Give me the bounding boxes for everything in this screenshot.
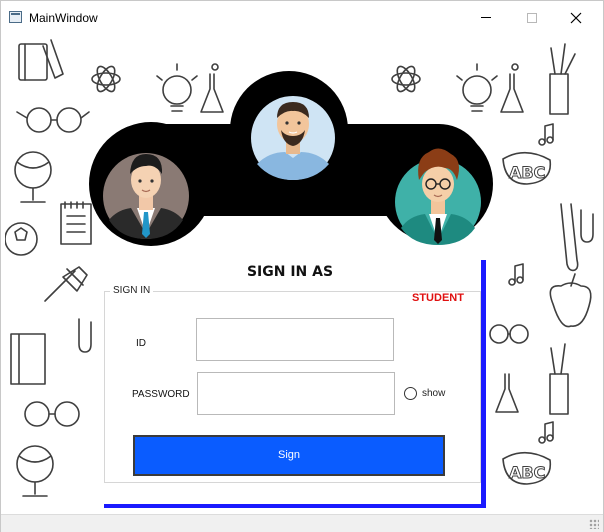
apple-icon [549,273,592,328]
main-window: MainWindow ABC ABC SIGN IN AS STUDENT SI… [0,0,604,532]
close-button[interactable] [553,1,599,34]
maximize-button[interactable] [509,1,555,34]
login-panel: SIGN IN AS STUDENT SIGN IN ID PASSWORD s… [99,256,481,504]
glasses-icon [24,401,80,427]
id-label: ID [136,338,146,349]
sign-button[interactable]: Sign [133,435,445,476]
id-field[interactable] [196,318,394,361]
abc-doodle-text: ABC [509,463,545,482]
sign-in-as-heading: SIGN IN AS [246,264,334,280]
book-icon [10,333,46,385]
role-banner [89,71,493,246]
close-icon [570,12,582,23]
maximize-icon [527,12,537,23]
avatar-teacher[interactable] [251,96,335,180]
window-title: MainWindow [29,11,98,25]
show-password-label: show [422,388,446,399]
flask-icon [495,373,519,413]
client-area: ABC ABC SIGN IN AS STUDENT SIGN IN ID PA… [5,34,601,514]
sign-in-groupbox: SIGN IN ID PASSWORD show Sign [104,285,481,483]
paperclip-icon [78,318,92,353]
globe-icon [16,445,54,497]
groupbox-title: SIGN IN [110,285,154,296]
password-label: PASSWORD [132,389,190,400]
show-password-radio[interactable]: show [404,387,445,400]
status-bar [1,514,603,532]
title-bar[interactable]: MainWindow [1,1,603,34]
resize-grip-icon[interactable] [589,519,599,529]
avatar-admin[interactable] [103,153,189,239]
window-app-icon [9,11,22,23]
music-note-icon [538,421,554,444]
radio-unchecked-icon[interactable] [404,387,417,400]
minimize-button[interactable] [463,1,509,34]
password-field[interactable] [197,372,395,415]
glasses-icon [489,324,529,344]
minimize-icon [481,17,491,18]
pencil-cup-icon [549,343,569,415]
